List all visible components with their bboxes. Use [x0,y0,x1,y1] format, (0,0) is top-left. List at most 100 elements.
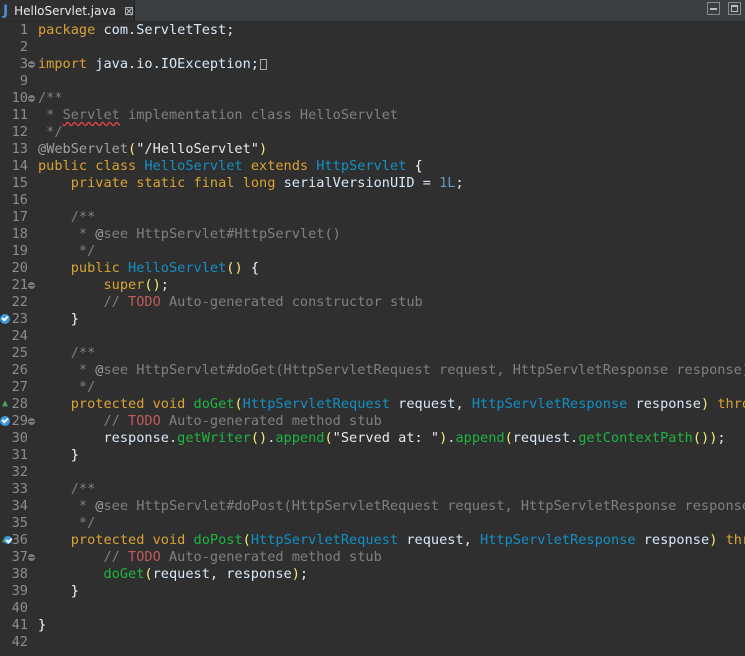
line-gutter[interactable]: ▲ 28 [0,396,38,413]
line-gutter[interactable]: 11 [0,107,38,124]
code-text[interactable]: * Servlet implementation class HelloServ… [38,107,398,124]
code-text[interactable]: response.getWriter().append("Served at: … [38,430,725,447]
line-gutter[interactable]: 25 [0,345,38,362]
close-tab-icon[interactable]: ⊠ [124,4,134,18]
code-text[interactable]: public class HelloServlet extends HttpSe… [38,158,423,175]
line-gutter[interactable]: 29 [0,413,38,430]
code-line[interactable]: 2 [0,39,745,56]
code-line[interactable]: 15 private static final long serialVersi… [0,175,745,192]
code-text[interactable]: // TODO Auto-generated constructor stub [38,294,422,311]
line-gutter[interactable]: 33 [0,481,38,498]
minimize-icon[interactable] [707,2,720,15]
code-line[interactable]: 21 super(); [0,277,745,294]
code-text[interactable]: /** [38,209,96,226]
code-line[interactable]: 12 */ [0,124,745,141]
fold-collapse-icon[interactable] [28,418,35,425]
code-text[interactable]: package com.ServletTest; [38,22,234,39]
code-line[interactable]: 32 [0,464,745,481]
code-line[interactable]: 17 /** [0,209,745,226]
line-gutter[interactable]: 9 [0,73,38,90]
code-line[interactable]: 23 } [0,311,745,328]
line-gutter[interactable]: 3 [0,56,38,73]
code-line[interactable]: 24 [0,328,745,345]
override-indicator-icon[interactable]: ▲ [0,399,10,409]
line-gutter[interactable]: 10 [0,90,38,107]
line-gutter[interactable]: 38 [0,566,38,583]
line-gutter[interactable]: 19 [0,243,38,260]
code-text[interactable]: * @see HttpServlet#doGet(HttpServletRequ… [38,362,745,379]
code-text[interactable]: */ [38,515,95,532]
line-gutter[interactable]: 37 [0,549,38,566]
code-text[interactable]: // TODO Auto-generated method stub [38,413,381,430]
code-editor[interactable]: 1 package com.ServletTest; 2 3 import java.i… [0,22,745,656]
code-text[interactable]: } [38,447,79,464]
code-line[interactable]: 35 */ [0,515,745,532]
code-text[interactable]: @WebServlet("/HelloServlet") [38,141,267,158]
code-text[interactable]: * @see HttpServlet#doPost(HttpServletReq… [38,498,745,515]
fold-collapse-icon[interactable] [28,95,35,102]
line-gutter[interactable]: 39 [0,583,38,600]
code-text[interactable]: /** [38,90,63,107]
code-line[interactable]: 13 @WebServlet("/HelloServlet") [0,141,745,158]
code-line[interactable]: 16 [0,192,745,209]
code-text[interactable]: super(); [38,277,168,294]
code-line[interactable]: 34 * @see HttpServlet#doPost(HttpServlet… [0,498,745,515]
line-gutter[interactable]: 40 [0,600,38,617]
code-text[interactable]: private static final long serialVersionU… [38,175,464,192]
code-text[interactable]: public HelloServlet() { [38,260,259,277]
line-gutter[interactable]: 31 [0,447,38,464]
fold-collapse-icon[interactable] [28,282,35,289]
code-line[interactable]: 38 doGet(request, response); [0,566,745,583]
code-text[interactable]: } [38,617,46,634]
line-gutter[interactable]: 41 [0,617,38,634]
line-gutter[interactable]: 35 [0,515,38,532]
collapsed-imports-icon[interactable] [259,59,267,70]
code-text[interactable]: */ [38,379,95,396]
code-text[interactable]: protected void doPost(HttpServletRequest… [38,532,745,549]
code-text[interactable]: protected void doGet(HttpServletRequest … [38,396,745,413]
code-line[interactable]: 39 } [0,583,745,600]
code-text[interactable]: /** [38,345,96,362]
code-text[interactable]: */ [38,124,62,141]
line-gutter[interactable]: 27 [0,379,38,396]
task-marker-icon[interactable] [0,416,10,426]
maximize-icon[interactable] [728,2,741,15]
code-line[interactable]: 33 /** [0,481,745,498]
code-text[interactable]: doGet(request, response); [38,566,308,583]
code-line[interactable]: 19 */ [0,243,745,260]
code-text[interactable]: * @see HttpServlet#HttpServlet() [38,226,341,243]
line-gutter[interactable]: 22 [0,294,38,311]
line-gutter[interactable]: 20 [0,260,38,277]
line-gutter[interactable]: 24 [0,328,38,345]
code-line[interactable]: 20 public HelloServlet() { [0,260,745,277]
line-gutter[interactable]: 17 [0,209,38,226]
code-text[interactable]: // TODO Auto-generated method stub [38,549,381,566]
code-line[interactable]: 11 * Servlet implementation class HelloS… [0,107,745,124]
line-gutter[interactable]: 1 [0,22,38,39]
line-gutter[interactable]: 26 [0,362,38,379]
line-gutter[interactable]: 30 [0,430,38,447]
code-line[interactable]: 27 */ [0,379,745,396]
code-line[interactable]: 3 import java.io.IOException; [0,56,745,73]
code-line[interactable]: 40 [0,600,745,617]
code-line[interactable]: 29 // TODO Auto-generated method stub [0,413,745,430]
line-gutter[interactable]: 42 [0,634,38,651]
code-line[interactable]: 31 } [0,447,745,464]
code-line[interactable]: 14 public class HelloServlet extends Http… [0,158,745,175]
line-gutter[interactable]: 23 [0,311,38,328]
code-line[interactable]: 25 /** [0,345,745,362]
tab-hello-servlet-java[interactable]: J HelloServlet.java ⊠ [0,0,135,21]
code-line[interactable]: 30 response.getWriter().append("Served a… [0,430,745,447]
line-gutter[interactable]: 2 [0,39,38,56]
fold-collapse-icon[interactable] [28,554,35,561]
code-line[interactable]: ▲ 28 protected void doGet(HttpServletRequ… [0,396,745,413]
code-text[interactable]: } [38,583,79,600]
line-gutter[interactable]: 34 [0,498,38,515]
code-line[interactable]: ▲36 protected void doPost(HttpServletReq… [0,532,745,549]
code-line[interactable]: 42 [0,634,745,651]
code-text[interactable]: */ [38,243,95,260]
line-gutter[interactable]: 13 [0,141,38,158]
line-gutter[interactable]: 18 [0,226,38,243]
code-line[interactable]: 37 // TODO Auto-generated method stub [0,549,745,566]
line-gutter[interactable]: 14 [0,158,38,175]
